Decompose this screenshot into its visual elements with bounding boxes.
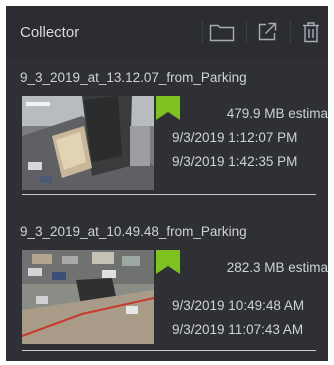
trash-icon — [301, 21, 321, 43]
collector-panel: Collector 9_3_2019_at_13.12.07_from_Park… — [6, 6, 328, 361]
bookmark-flag-icon — [156, 250, 180, 279]
recording-start-time: 9/3/2019 10:49:48 AM — [172, 298, 305, 313]
video-thumbnail-icon[interactable] — [22, 96, 154, 190]
panel-title: Collector — [20, 24, 80, 41]
recording-name: 9_3_2019_at_10.49.48_from_Parking — [20, 224, 247, 239]
recording-item[interactable]: 9_3_2019_at_13.12.07_from_Parking 479.9 … — [6, 58, 328, 208]
recording-item[interactable]: 9_3_2019_at_10.49.48_from_Parking 282.3 … — [6, 212, 328, 361]
bookmark-flag-icon — [156, 96, 180, 125]
recording-size: 282.3 MB estima — [226, 260, 328, 275]
open-folder-button[interactable] — [202, 14, 242, 50]
export-icon — [256, 21, 278, 43]
video-thumbnail-icon[interactable] — [22, 250, 154, 344]
folder-icon — [209, 22, 235, 42]
recording-end-time: 9/3/2019 11:07:43 AM — [172, 322, 304, 337]
item-divider — [22, 194, 316, 195]
export-button[interactable] — [247, 14, 287, 50]
recording-size: 479.9 MB estima — [226, 106, 328, 121]
panel-header: Collector — [6, 6, 328, 58]
recording-name: 9_3_2019_at_13.12.07_from_Parking — [20, 70, 247, 85]
delete-button[interactable] — [291, 14, 328, 50]
item-divider — [22, 350, 316, 351]
recording-start-time: 9/3/2019 1:12:07 PM — [172, 130, 298, 145]
recording-end-time: 9/3/2019 1:42:35 PM — [172, 154, 298, 169]
